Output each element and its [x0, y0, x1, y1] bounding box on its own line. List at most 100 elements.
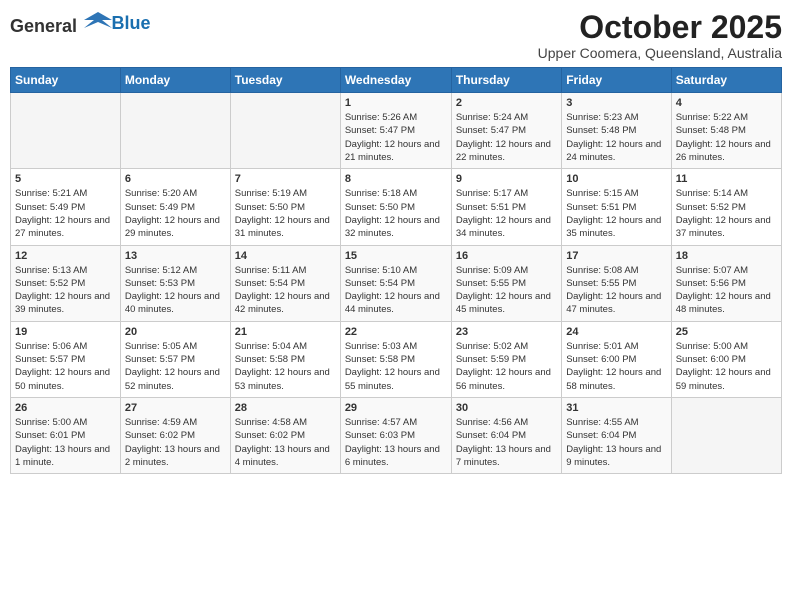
day-info: Sunrise: 5:19 AM Sunset: 5:50 PM Dayligh…	[235, 187, 336, 240]
calendar-cell: 17Sunrise: 5:08 AM Sunset: 5:55 PM Dayli…	[562, 245, 671, 321]
calendar-cell	[120, 93, 230, 169]
weekday-header-thursday: Thursday	[451, 68, 561, 93]
day-info: Sunrise: 5:22 AM Sunset: 5:48 PM Dayligh…	[676, 111, 777, 164]
calendar-cell: 30 Sunrise: 4:56 AM Sunset: 6:04 PM Dayli…	[451, 397, 561, 473]
calendar-table: SundayMondayTuesdayWednesdayThursdayFrid…	[10, 67, 782, 474]
day-info: Sunrise: 5:07 AM Sunset: 5:56 PM Dayligh…	[676, 264, 777, 317]
day-info: Sunrise: 5:04 AM Sunset: 5:58 PM Dayligh…	[235, 340, 336, 393]
day-info: Sunrise: 5:17 AM Sunset: 5:51 PM Dayligh…	[456, 187, 557, 240]
calendar-body: 1 Sunrise: 5:26 AM Sunset: 5:47 PM Daylig…	[11, 93, 782, 474]
day-number: 31	[566, 402, 666, 414]
location-title: Upper Coomera, Queensland, Australia	[538, 45, 782, 61]
calendar-cell: 14Sunrise: 5:11 AM Sunset: 5:54 PM Dayli…	[230, 245, 340, 321]
day-number: 18	[676, 250, 777, 262]
day-info: Sunrise: 4:58 AM Sunset: 6:02 PM Dayligh…	[235, 416, 336, 469]
calendar-cell: 7 Sunrise: 5:19 AM Sunset: 5:50 PM Daylig…	[230, 169, 340, 245]
calendar-cell: 5 Sunrise: 5:21 AM Sunset: 5:49 PM Daylig…	[11, 169, 121, 245]
logo-text-general: General	[10, 16, 77, 36]
day-info: Sunrise: 5:21 AM Sunset: 5:49 PM Dayligh…	[15, 187, 116, 240]
title-block: October 2025 Upper Coomera, Queensland, …	[538, 10, 782, 61]
day-info: Sunrise: 5:20 AM Sunset: 5:49 PM Dayligh…	[125, 187, 226, 240]
calendar-cell: 1 Sunrise: 5:26 AM Sunset: 5:47 PM Daylig…	[340, 93, 451, 169]
day-number: 2	[456, 97, 557, 109]
day-number: 10	[566, 173, 666, 185]
day-info: Sunrise: 4:56 AM Sunset: 6:04 PM Dayligh…	[456, 416, 557, 469]
day-number: 9	[456, 173, 557, 185]
calendar-week-3: 12Sunrise: 5:13 AM Sunset: 5:52 PM Dayli…	[11, 245, 782, 321]
day-number: 14	[235, 250, 336, 262]
calendar-cell: 6 Sunrise: 5:20 AM Sunset: 5:49 PM Daylig…	[120, 169, 230, 245]
calendar-cell: 28 Sunrise: 4:58 AM Sunset: 6:02 PM Dayli…	[230, 397, 340, 473]
day-info: Sunrise: 5:00 AM Sunset: 6:01 PM Dayligh…	[15, 416, 116, 469]
calendar-cell: 23Sunrise: 5:02 AM Sunset: 5:59 PM Dayli…	[451, 321, 561, 397]
calendar-cell: 27 Sunrise: 4:59 AM Sunset: 6:02 PM Dayli…	[120, 397, 230, 473]
day-number: 21	[235, 326, 336, 338]
day-number: 28	[235, 402, 336, 414]
day-info: Sunrise: 5:00 AM Sunset: 6:00 PM Dayligh…	[676, 340, 777, 393]
calendar-cell: 18 Sunrise: 5:07 AM Sunset: 5:56 PM Dayli…	[671, 245, 781, 321]
calendar-cell: 16 Sunrise: 5:09 AM Sunset: 5:55 PM Dayli…	[451, 245, 561, 321]
day-number: 27	[125, 402, 226, 414]
day-info: Sunrise: 5:15 AM Sunset: 5:51 PM Dayligh…	[566, 187, 666, 240]
weekday-header-sunday: Sunday	[11, 68, 121, 93]
calendar-cell: 21 Sunrise: 5:04 AM Sunset: 5:58 PM Dayli…	[230, 321, 340, 397]
calendar-cell: 10 Sunrise: 5:15 AM Sunset: 5:51 PM Dayli…	[562, 169, 671, 245]
day-number: 25	[676, 326, 777, 338]
calendar-cell: 11 Sunrise: 5:14 AM Sunset: 5:52 PM Dayli…	[671, 169, 781, 245]
day-number: 29	[345, 402, 447, 414]
page-header: General Blue October 2025 Upper Coomera,…	[10, 10, 782, 61]
calendar-cell: 2 Sunrise: 5:24 AM Sunset: 5:47 PM Daylig…	[451, 93, 561, 169]
calendar-cell: 9 Sunrise: 5:17 AM Sunset: 5:51 PM Daylig…	[451, 169, 561, 245]
day-info: Sunrise: 5:14 AM Sunset: 5:52 PM Dayligh…	[676, 187, 777, 240]
calendar-header-row: SundayMondayTuesdayWednesdayThursdayFrid…	[11, 68, 782, 93]
day-info: Sunrise: 4:57 AM Sunset: 6:03 PM Dayligh…	[345, 416, 447, 469]
day-info: Sunrise: 5:01 AM Sunset: 6:00 PM Dayligh…	[566, 340, 666, 393]
day-number: 8	[345, 173, 447, 185]
calendar-cell: 13 Sunrise: 5:12 AM Sunset: 5:53 PM Dayli…	[120, 245, 230, 321]
day-info: Sunrise: 5:05 AM Sunset: 5:57 PM Dayligh…	[125, 340, 226, 393]
day-number: 13	[125, 250, 226, 262]
day-number: 11	[676, 173, 777, 185]
calendar-cell: 29 Sunrise: 4:57 AM Sunset: 6:03 PM Dayli…	[340, 397, 451, 473]
calendar-cell	[230, 93, 340, 169]
logo: General Blue	[10, 10, 151, 37]
day-number: 6	[125, 173, 226, 185]
calendar-cell: 12Sunrise: 5:13 AM Sunset: 5:52 PM Dayli…	[11, 245, 121, 321]
calendar-week-4: 19 Sunrise: 5:06 AM Sunset: 5:57 PM Dayli…	[11, 321, 782, 397]
calendar-cell: 3Sunrise: 5:23 AM Sunset: 5:48 PM Daylig…	[562, 93, 671, 169]
day-number: 16	[456, 250, 557, 262]
day-number: 20	[125, 326, 226, 338]
day-info: Sunrise: 5:18 AM Sunset: 5:50 PM Dayligh…	[345, 187, 447, 240]
day-info: Sunrise: 5:24 AM Sunset: 5:47 PM Dayligh…	[456, 111, 557, 164]
day-info: Sunrise: 5:06 AM Sunset: 5:57 PM Dayligh…	[15, 340, 116, 393]
calendar-cell: 26Sunrise: 5:00 AM Sunset: 6:01 PM Dayli…	[11, 397, 121, 473]
day-number: 4	[676, 97, 777, 109]
calendar-cell: 19 Sunrise: 5:06 AM Sunset: 5:57 PM Dayli…	[11, 321, 121, 397]
calendar-cell	[11, 93, 121, 169]
day-info: Sunrise: 4:59 AM Sunset: 6:02 PM Dayligh…	[125, 416, 226, 469]
weekday-header-monday: Monday	[120, 68, 230, 93]
day-info: Sunrise: 5:03 AM Sunset: 5:58 PM Dayligh…	[345, 340, 447, 393]
calendar-week-2: 5 Sunrise: 5:21 AM Sunset: 5:49 PM Daylig…	[11, 169, 782, 245]
day-number: 19	[15, 326, 116, 338]
day-info: Sunrise: 5:26 AM Sunset: 5:47 PM Dayligh…	[345, 111, 447, 164]
day-info: Sunrise: 5:13 AM Sunset: 5:52 PM Dayligh…	[15, 264, 116, 317]
weekday-header-saturday: Saturday	[671, 68, 781, 93]
calendar-cell	[671, 397, 781, 473]
day-number: 23	[456, 326, 557, 338]
day-info: Sunrise: 4:55 AM Sunset: 6:04 PM Dayligh…	[566, 416, 666, 469]
day-number: 1	[345, 97, 447, 109]
day-number: 7	[235, 173, 336, 185]
day-number: 22	[345, 326, 447, 338]
weekday-header-wednesday: Wednesday	[340, 68, 451, 93]
calendar-cell: 24Sunrise: 5:01 AM Sunset: 6:00 PM Dayli…	[562, 321, 671, 397]
calendar-cell: 20 Sunrise: 5:05 AM Sunset: 5:57 PM Dayli…	[120, 321, 230, 397]
weekday-header-tuesday: Tuesday	[230, 68, 340, 93]
day-info: Sunrise: 5:12 AM Sunset: 5:53 PM Dayligh…	[125, 264, 226, 317]
day-number: 17	[566, 250, 666, 262]
calendar-cell: 31 Sunrise: 4:55 AM Sunset: 6:04 PM Dayli…	[562, 397, 671, 473]
day-number: 5	[15, 173, 116, 185]
day-number: 30	[456, 402, 557, 414]
day-info: Sunrise: 5:09 AM Sunset: 5:55 PM Dayligh…	[456, 264, 557, 317]
calendar-cell: 8 Sunrise: 5:18 AM Sunset: 5:50 PM Daylig…	[340, 169, 451, 245]
